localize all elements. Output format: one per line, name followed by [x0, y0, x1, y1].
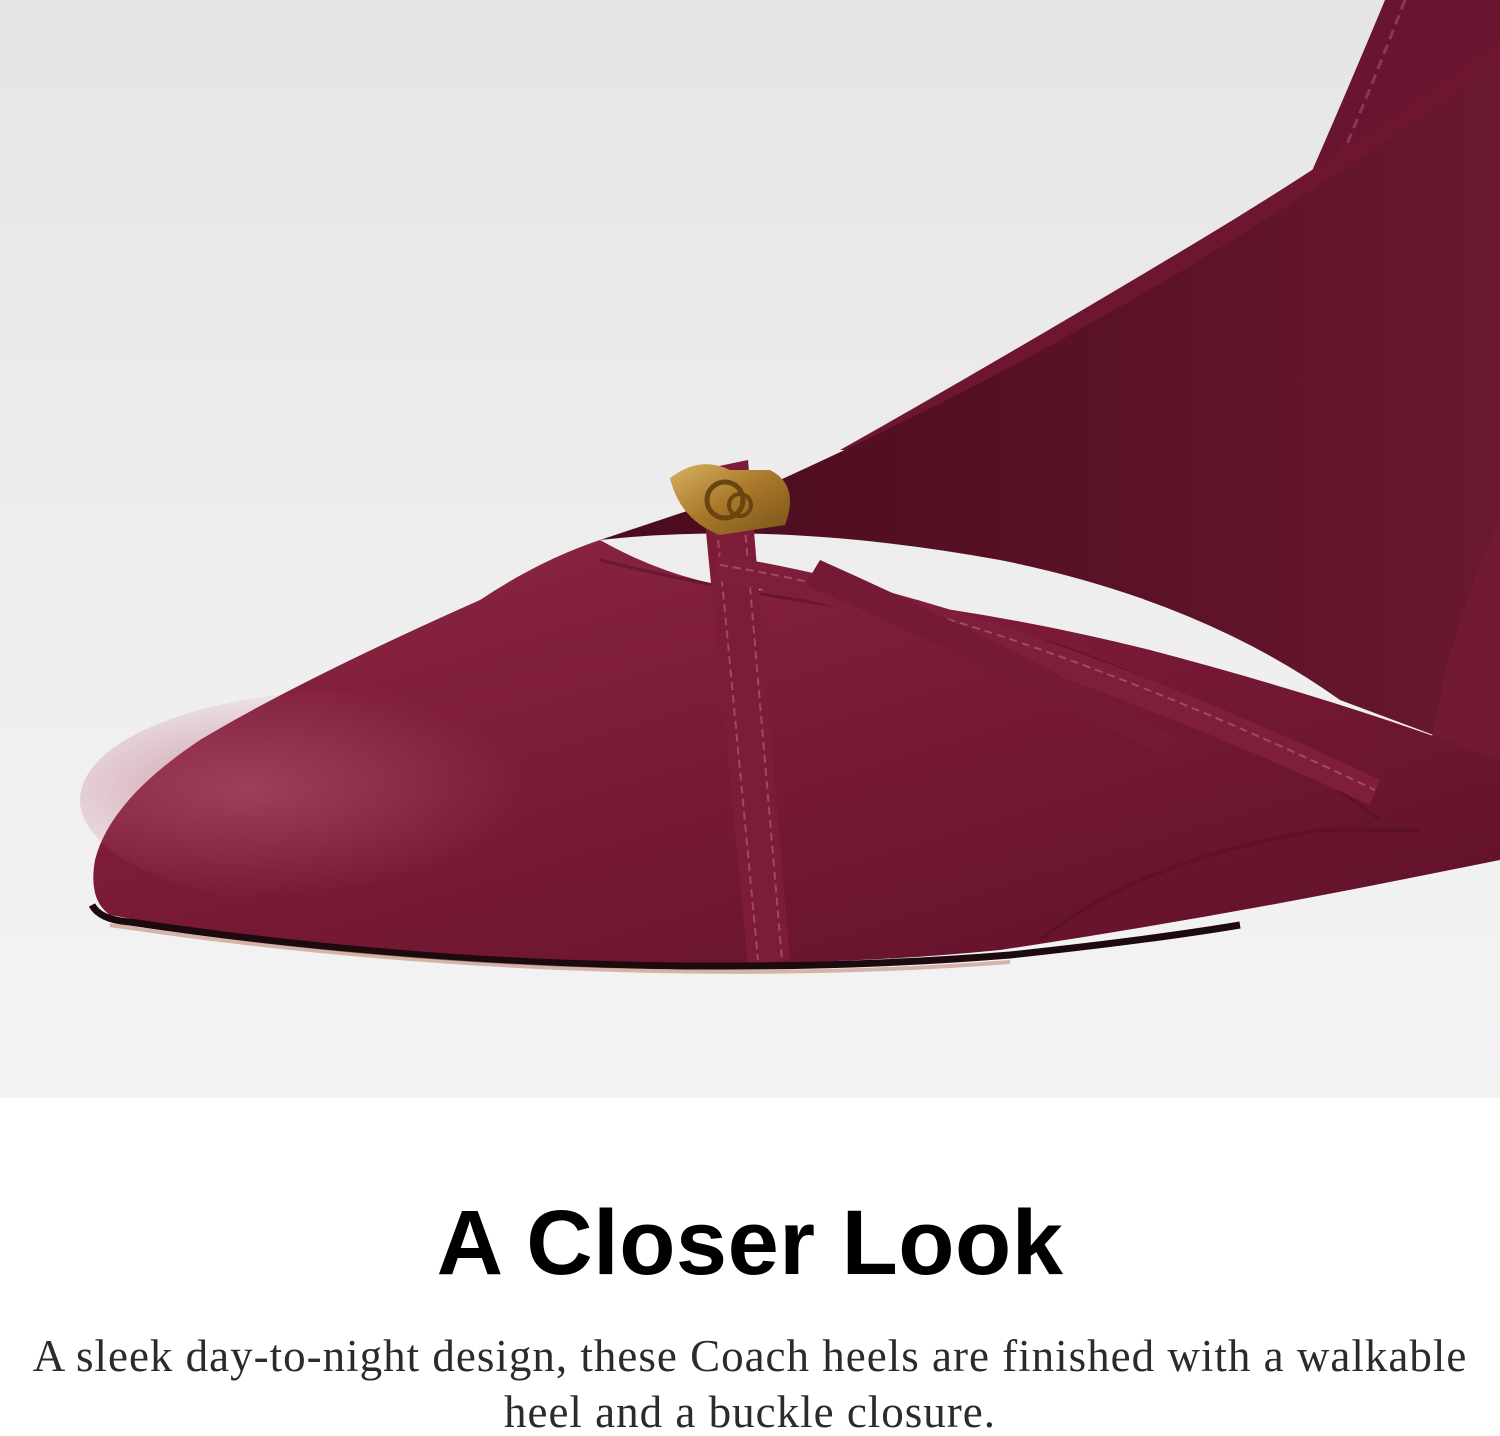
section-title: A Closer Look [436, 1192, 1064, 1294]
shoe-illustration [80, 0, 1500, 974]
product-feature-card: A Closer Look A sleek day-to-night desig… [0, 0, 1500, 1436]
product-photo [0, 0, 1500, 1098]
feature-caption: A Closer Look A sleek day-to-night desig… [0, 1098, 1500, 1436]
section-description: A sleek day-to-night design, these Coach… [32, 1331, 1468, 1436]
